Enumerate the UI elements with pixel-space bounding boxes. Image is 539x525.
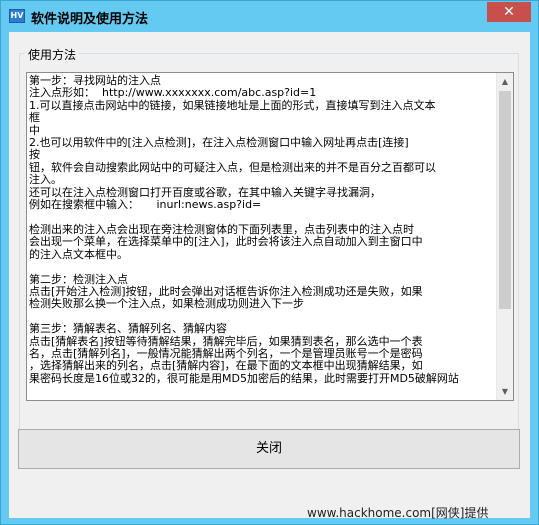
instruction-line: 2.也可以用软件中的[注入点检测]，在注入点检测窗口中输入网址再点击[连接] (29, 136, 409, 150)
instruction-line: 框 (29, 111, 40, 125)
instruction-line: 注入点形如： http://www.xxxxxxx.com/abc.asp?id… (29, 86, 317, 100)
scroll-thumb[interactable] (499, 91, 511, 309)
instruction-line: 的注入点文本框中。 (29, 247, 128, 261)
usage-group-label: 使用方法 (25, 46, 80, 63)
window-close-button[interactable]: ✕ (487, 2, 531, 22)
instruction-line (29, 261, 495, 273)
scroll-up-icon[interactable]: ▲ (497, 73, 513, 90)
scroll-down-icon[interactable]: ▼ (497, 383, 513, 400)
app-logo-icon: HV (9, 9, 25, 23)
title-bar[interactable]: HV 软件说明及使用方法 ✕ (1, 1, 538, 31)
instructions-textbox[interactable]: 第一步：寻找网站的注入点 注入点形如： http://www.xxxxxxx.co… (26, 72, 514, 401)
instruction-line: 第三步：猜解表名、猜解列名、猜解内容 (29, 322, 227, 336)
instructions-text: 第一步：寻找网站的注入点 注入点形如： http://www.xxxxxxx.co… (29, 74, 495, 385)
dialog-body: 使用方法 第一步：寻找网站的注入点 注入点形如： http://www.xxxxx… (9, 32, 530, 518)
window-title: 软件说明及使用方法 (31, 12, 149, 27)
instruction-line: 检测失败那么换一个注入点，如果检测成功则进入下一步 (29, 297, 304, 311)
watermark-text: www.hackhome.com[网侠]提供 (307, 506, 489, 520)
app-window: HV 软件说明及使用方法 ✕ 使用方法 第一步：寻找网站的注入点 注入点形如： h… (0, 0, 539, 525)
close-button[interactable]: 关闭 (18, 429, 520, 469)
instruction-line: 注入。 (29, 173, 62, 187)
instruction-line: 按 (29, 148, 40, 162)
vertical-scrollbar[interactable]: ▲ ▼ (496, 73, 513, 400)
instruction-line: 果密码长度是16位或32的，很可能是用MD5加密后的结果，此时需要打开MD5破解… (29, 371, 459, 385)
instruction-line: ，选择猜解出来的列名，点击[猜解内容]，在最下面的文本框中出现猜解结果，如 (29, 359, 423, 373)
instruction-line (29, 211, 495, 223)
instruction-line: 钮，软件会自动搜索此网站中的可疑注入点，但是检测出来的并不是百分之百都可以 (29, 160, 436, 174)
instruction-line: 会出现一个菜单，在选择菜单中的[注入]，此时会将该注入点自动加入到主窗口中 (29, 235, 423, 249)
instruction-line: 例如在搜索框中输入： inurl:news.asp?id= (29, 198, 262, 212)
instruction-line: 1.可以直接点击网站中的链接，如果链接地址是上面的形式，直接填写到注入点文本 (29, 98, 436, 112)
